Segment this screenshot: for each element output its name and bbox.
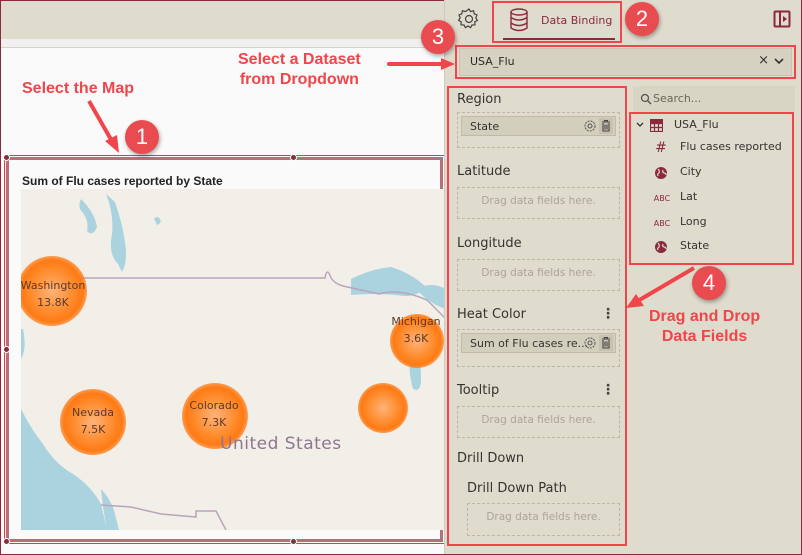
state-value: 13.8K [37, 296, 69, 309]
map-basemap [21, 194, 446, 530]
annotation-arrow-step1 [87, 100, 119, 153]
country-label: United States [220, 434, 342, 454]
heat-label-michigan: Michigan 3.6K [391, 313, 440, 347]
heat-label-washington: Washington 13.8K [21, 277, 85, 311]
lake-shape [79, 199, 97, 234]
step-badge-3: 3 [421, 20, 455, 54]
heat-label-nevada: Nevada 7.5K [72, 404, 114, 438]
heat-point-unlabeled[interactable] [358, 383, 408, 433]
search-icon [640, 93, 652, 105]
resize-handle-bottom-left[interactable] [3, 538, 10, 545]
state-value: 7.5K [80, 423, 106, 436]
search-placeholder: Search... [653, 92, 702, 105]
state-name: Washington [21, 279, 86, 292]
heat-label-colorado: Colorado 7.3K [189, 397, 238, 431]
annotation-line: Drag and Drop [649, 308, 761, 325]
resize-handle-top[interactable] [290, 154, 297, 161]
state-name: Michigan [391, 315, 441, 328]
annotation-text-step3: Select a Dataset from Dropdown [238, 50, 361, 90]
designer-toolbar-strip [1, 1, 444, 39]
gear-icon[interactable] [457, 7, 481, 31]
state-value: 3.6K [403, 332, 429, 345]
annotation-line: Data Fields [661, 328, 748, 345]
step-badge-1: 1 [125, 120, 159, 154]
mexico-us-border [100, 504, 227, 530]
state-name: Nevada [72, 406, 114, 419]
state-value: 7.3K [201, 416, 227, 429]
resize-handle-bottom[interactable] [290, 538, 297, 545]
puget-sound [21, 329, 25, 359]
resize-handle-top-left[interactable] [3, 154, 10, 161]
annotation-box-data-binding [492, 1, 622, 43]
panel-collapse-icon[interactable] [773, 10, 791, 28]
field-search-input[interactable]: Search... [633, 86, 795, 112]
step-badge-2: 2 [625, 2, 659, 36]
annotation-line: from Dropdown [239, 71, 359, 88]
lake-shape [106, 194, 126, 272]
map-widget[interactable]: Sum of Flu cases reported by State Washi… [6, 157, 446, 542]
annotation-arrow-step3 [387, 58, 455, 70]
state-name: Colorado [189, 399, 239, 412]
annotation-box-bindings [447, 86, 627, 546]
annotation-text-step4: Drag and Drop Data Fields [649, 307, 760, 347]
lake-shape [154, 217, 161, 225]
annotation-box-dataset [455, 45, 796, 79]
annotation-line: Select a Dataset [238, 51, 361, 68]
map-area[interactable]: Washington 13.8K Michigan 3.6K Nevada 7.… [21, 189, 446, 530]
resize-handle-left[interactable] [3, 346, 10, 353]
widget-title: Sum of Flu cases reported by State [22, 174, 223, 188]
annotation-box-fields [629, 112, 794, 265]
annotation-text-step1: Select the Map [22, 80, 135, 97]
